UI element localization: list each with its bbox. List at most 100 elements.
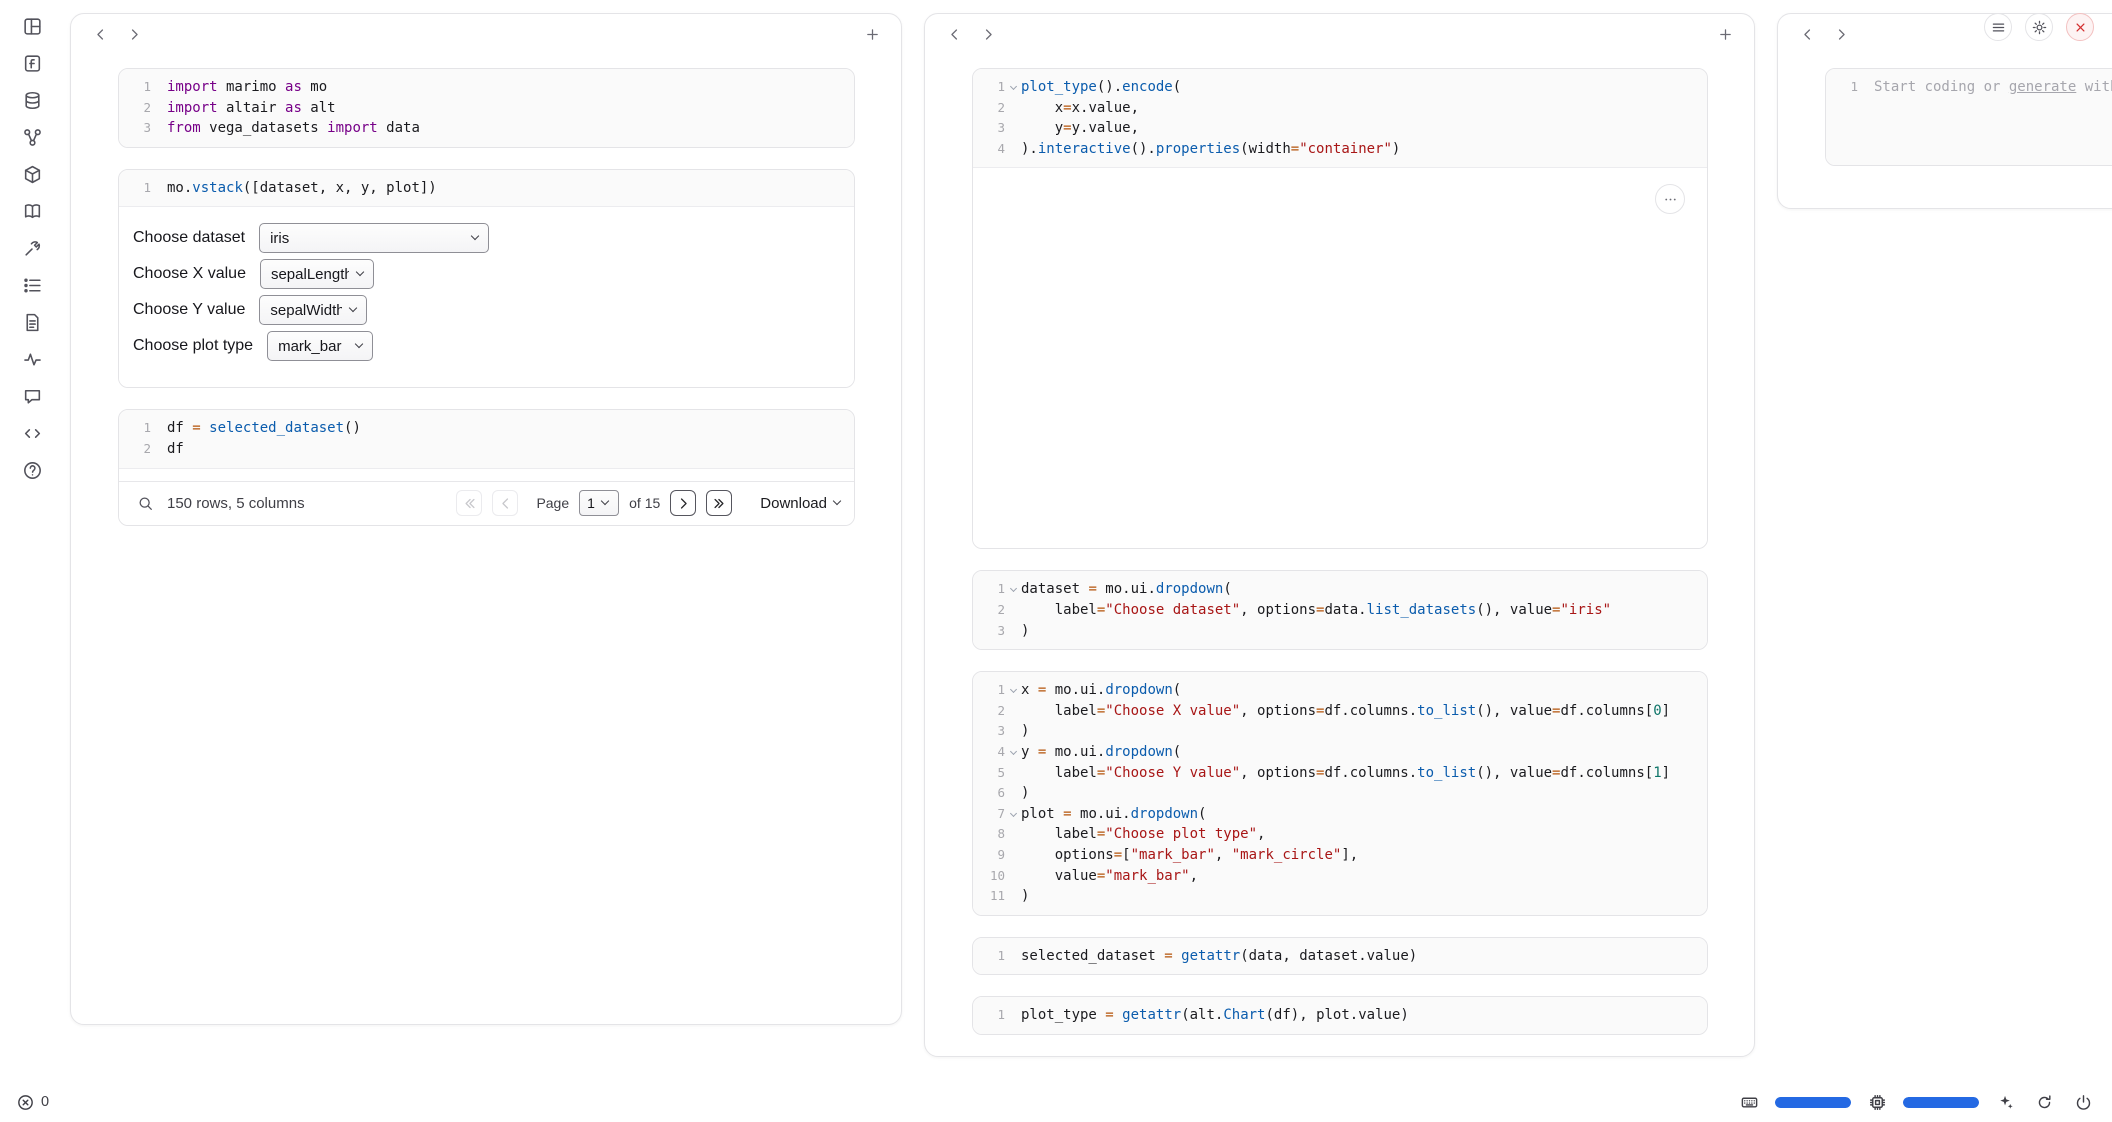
add-cell-button[interactable] (1712, 21, 1738, 47)
cell-xy-plot-dropdowns[interactable]: 1x = mo.ui.dropdown(2 label="Choose X va… (972, 671, 1708, 916)
sparkles-icon (1996, 1093, 2015, 1112)
line-number: 5 (979, 763, 1005, 783)
table-summary: 150 rows, 5 columns (167, 495, 305, 512)
activity-help-button[interactable] (20, 460, 44, 484)
code-editor[interactable]: 1plot_type = getattr(alt.Chart(df), plot… (973, 997, 1707, 1034)
activity-explorer-button[interactable] (20, 16, 44, 40)
fold-toggle-icon[interactable] (1005, 86, 1021, 91)
dropdown-value: sepalWidth (270, 302, 342, 319)
code-line: 5 label="Choose Y value", options=df.col… (979, 763, 1701, 784)
circle-x-icon (16, 1093, 35, 1112)
cell-selected-dataset[interactable]: 1selected_dataset = getattr(data, datase… (972, 937, 1708, 976)
code-editor[interactable]: 1import marimo as mo2import altair as al… (119, 69, 854, 147)
first-page-button[interactable] (456, 490, 482, 516)
datasources-icon (22, 90, 43, 114)
search-button[interactable] (133, 491, 157, 515)
fold-toggle-icon[interactable] (1005, 689, 1021, 694)
activity-dependencies-button[interactable] (20, 127, 44, 151)
next-page-button[interactable] (670, 490, 696, 516)
code-line: 3) (979, 721, 1701, 742)
dropdown-select-4[interactable]: mark_bar (267, 331, 373, 361)
line-number: 3 (979, 118, 1005, 138)
scroll-right-button[interactable] (975, 21, 1001, 47)
code-editor[interactable]: 1plot_type().encode(2 x=x.value,3 y=y.va… (973, 69, 1707, 168)
errors-button[interactable]: 0 (16, 1093, 49, 1112)
page-label: Page (536, 495, 569, 511)
scroll-left-button[interactable] (1794, 21, 1820, 47)
files-icon (22, 53, 43, 77)
memory-button[interactable] (1864, 1089, 1890, 1115)
activity-logs-button[interactable] (20, 312, 44, 336)
chevron-right-icon (1833, 26, 1850, 43)
page-select[interactable]: 1 (579, 490, 619, 516)
add-cell-button[interactable] (859, 21, 885, 47)
hamburger-menu-icon (1990, 19, 2007, 36)
dropdown-value: sepalLength (271, 266, 349, 283)
fold-toggle-icon[interactable] (1005, 813, 1021, 818)
activity-tools-button[interactable] (20, 238, 44, 262)
last-page-button[interactable] (706, 490, 732, 516)
chevron-down-icon (601, 497, 609, 505)
activity-tracing-button[interactable] (20, 349, 44, 373)
activity-snippets-button[interactable] (20, 423, 44, 447)
dropdown-select-2[interactable]: sepalLength (260, 259, 374, 289)
keyboard-shortcuts-button[interactable] (1736, 1089, 1762, 1115)
code-line: 8 label="Choose plot type", (979, 824, 1701, 845)
code-line: 1import marimo as mo (125, 77, 848, 98)
code-editor[interactable]: 1x = mo.ui.dropdown(2 label="Choose X va… (973, 672, 1707, 915)
code-line: 7plot = mo.ui.dropdown( (979, 804, 1701, 825)
shutdown-button[interactable] (2066, 13, 2094, 41)
ai-assistant-button[interactable] (1992, 1089, 2018, 1115)
dropdown-label: Choose dataset (133, 229, 245, 247)
outline-icon (22, 275, 43, 299)
activity-documentation-button[interactable] (20, 201, 44, 225)
cell-chart[interactable]: 1plot_type().encode(2 x=x.value,3 y=y.va… (972, 68, 1708, 549)
dataframe-table: 150 rows, 5 columns Page 1 of 15 (119, 469, 854, 525)
scroll-left-button[interactable] (87, 21, 113, 47)
dropdown-select-3[interactable]: sepalWidth (259, 295, 367, 325)
code-editor[interactable]: 1dataset = mo.ui.dropdown(2 label="Choos… (973, 571, 1707, 649)
activity-files-button[interactable] (20, 53, 44, 77)
settings-button[interactable] (2025, 13, 2053, 41)
scroll-left-button[interactable] (941, 21, 967, 47)
line-number: 2 (125, 439, 151, 459)
notebook-columns: 1import marimo as mo2import altair as al… (70, 13, 2112, 1057)
restart-kernel-button[interactable] (2031, 1089, 2057, 1115)
code-editor[interactable]: 1df = selected_dataset()2df (119, 410, 854, 468)
chart-menu-button[interactable] (1655, 184, 1685, 214)
code-editor[interactable]: 1mo.vstack([dataset, x, y, plot]) (119, 170, 854, 208)
scroll-right-button[interactable] (1828, 21, 1854, 47)
cell-dataframe[interactable]: 1df = selected_dataset()2df 150 rows, 5 … (118, 409, 855, 525)
dropdown-select-1[interactable]: iris (259, 223, 489, 253)
line-number: 3 (979, 621, 1005, 641)
activity-outline-button[interactable] (20, 275, 44, 299)
line-number: 11 (979, 886, 1005, 906)
cell-imports[interactable]: 1import marimo as mo2import altair as al… (118, 68, 855, 148)
status-bar-right (1736, 1089, 2096, 1115)
prev-page-button[interactable] (492, 490, 518, 516)
download-label: Download (760, 495, 827, 512)
code-line: 1dataset = mo.ui.dropdown( (979, 579, 1701, 600)
line-number: 10 (979, 866, 1005, 886)
activity-datasources-button[interactable] (20, 90, 44, 114)
power-icon (2074, 1093, 2093, 1112)
cell-plot-type[interactable]: 1plot_type = getattr(alt.Chart(df), plot… (972, 996, 1708, 1035)
code-editor[interactable]: 1Start coding or generate with (1826, 69, 2112, 165)
cell-empty-scratch[interactable]: 1Start coding or generate with (1825, 68, 2112, 166)
power-button[interactable] (2070, 1089, 2096, 1115)
cell-vstack[interactable]: 1mo.vstack([dataset, x, y, plot]) Choose… (118, 169, 855, 389)
chart-output (973, 168, 1707, 548)
download-button[interactable]: Download (760, 495, 840, 512)
cell-dataset-dropdown[interactable]: 1dataset = mo.ui.dropdown(2 label="Choos… (972, 570, 1708, 650)
menu-button[interactable] (1984, 13, 2012, 41)
ellipsis-icon (1662, 191, 1679, 208)
fold-toggle-icon[interactable] (1005, 751, 1021, 756)
activity-chat-button[interactable] (20, 386, 44, 410)
activity-packages-button[interactable] (20, 164, 44, 188)
fold-toggle-icon[interactable] (1005, 588, 1021, 593)
help-icon (22, 460, 43, 484)
tools-icon (22, 238, 43, 262)
line-number: 1 (125, 178, 151, 198)
code-editor[interactable]: 1selected_dataset = getattr(data, datase… (973, 938, 1707, 975)
scroll-right-button[interactable] (121, 21, 147, 47)
